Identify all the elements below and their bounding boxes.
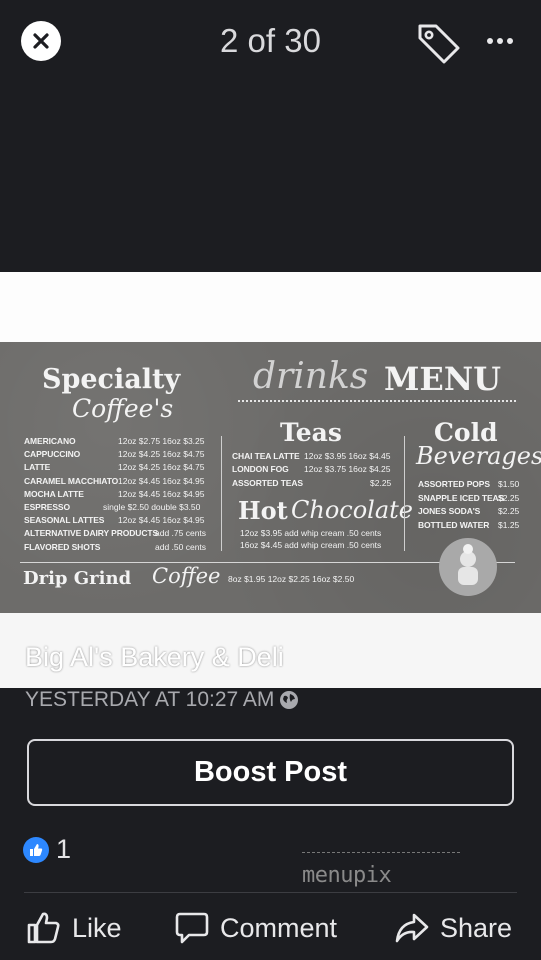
like-button[interactable]: Like	[26, 906, 122, 950]
actions-divider	[24, 892, 517, 893]
tea-item-name: CHAI TEA LATTE	[232, 451, 300, 461]
cold-subheading: Beverages	[416, 442, 541, 470]
specialty-item-price: 12oz $4.25 16oz $4.75	[118, 449, 205, 460]
business-name[interactable]: Big Al's Bakery & Deli	[25, 642, 284, 673]
globe-icon	[280, 691, 299, 709]
cold-item-price: $2.25	[498, 492, 520, 503]
share-arrow-icon	[395, 913, 429, 943]
specialty-item-name: MOCHA LATTE	[24, 488, 84, 499]
tea-item-name: ASSORTED TEAS	[232, 477, 303, 488]
specialty-item-name: CAPPUCCINO	[24, 449, 81, 460]
timestamp-text: YESTERDAY AT 10:27 AM	[25, 688, 275, 711]
tea-item-price: 12oz $3.95 16oz $4.45	[304, 451, 391, 461]
cold-item-name: SNAPPLE ICED TEAS	[418, 492, 505, 503]
specialty-item-price: add .50 cents	[155, 541, 207, 552]
teas-heading: Teas	[280, 418, 342, 447]
cold-item-name: BOTTLED WATER	[418, 519, 490, 530]
title-divider	[238, 400, 516, 402]
cold-item-price: $2.25	[498, 506, 520, 516]
specialty-subheading: Coffee's	[72, 394, 174, 423]
more-options-button[interactable]	[482, 26, 518, 56]
more-dots-icon	[487, 38, 493, 44]
comment-button[interactable]: Comment	[174, 906, 337, 950]
like-label: Like	[72, 912, 122, 943]
cold-item-name: JONES SODA'S	[418, 506, 481, 516]
specialty-item-price: 12oz $2.75 16oz $3.25	[118, 436, 205, 446]
comment-label: Comment	[220, 912, 338, 943]
like-reaction-icon	[23, 836, 49, 863]
drip-subheading: Coffee	[152, 564, 221, 588]
tea-item-price: 12oz $3.75 16oz $4.25	[304, 464, 391, 475]
specialty-item-name: SEASONAL LATTES	[24, 515, 105, 526]
cold-item-price: $1.25	[498, 519, 520, 530]
specialty-item-price: add .75 cents	[155, 528, 207, 539]
tea-item-price: $2.25	[370, 477, 392, 488]
chef-logo-icon	[439, 538, 497, 596]
reaction-count: 1	[56, 834, 72, 864]
specialty-item-price: 12oz $4.45 16oz $4.95	[118, 475, 205, 486]
post-timestamp: YESTERDAY AT 10:27 AM	[25, 688, 299, 712]
tag-button[interactable]	[414, 20, 462, 64]
specialty-item-name: ALTERNATIVE DAIRY PRODUCTS	[24, 528, 159, 539]
specialty-item-price: single $2.50 double $3.50	[103, 502, 201, 512]
cold-item-name: ASSORTED POPS	[418, 479, 490, 489]
thumbs-up-icon	[27, 912, 60, 944]
reactions-summary[interactable]: 1	[23, 834, 71, 865]
comment-bubble-icon	[175, 912, 209, 944]
boost-post-button[interactable]: Boost Post	[27, 739, 514, 806]
menu-title: MENU	[384, 360, 501, 398]
specialty-item-name: FLAVORED SHOTS	[24, 541, 101, 552]
specialty-item-name: AMERICANO	[24, 436, 76, 446]
drip-heading: Drip Grind	[23, 568, 132, 589]
column-divider	[404, 436, 405, 551]
column-divider	[221, 436, 222, 551]
drip-prices: 8oz $1.95 12oz $2.25 16oz $2.50	[228, 574, 355, 584]
specialty-heading: Specialty	[42, 364, 181, 395]
specialty-item-price: 12oz $4.25 16oz $4.75	[118, 462, 205, 473]
specialty-item-name: ESPRESSO	[24, 502, 70, 512]
share-label: Share	[440, 912, 513, 943]
specialty-item-price: 12oz $4.45 16oz $4.95	[118, 515, 205, 526]
tag-icon	[418, 24, 460, 64]
share-button[interactable]: Share	[394, 906, 512, 950]
viewer-top-bar: 2 of 30	[0, 0, 541, 84]
drinks-title: drinks	[253, 356, 369, 397]
menupix-watermark: menupix	[302, 852, 460, 888]
hot-chocolate-line: 12oz $3.95 add whip cream .50 cents	[240, 528, 382, 538]
tea-item-name: LONDON FOG	[232, 464, 289, 475]
photo-top-strip	[0, 272, 541, 342]
specialty-item-name: CARAMEL MACCHIATO	[24, 475, 119, 486]
cold-item-price: $1.50	[498, 479, 520, 489]
specialty-item-name: LATTE	[24, 462, 51, 473]
hot-chocolate-line: 16oz $4.45 add whip cream .50 cents	[240, 540, 382, 550]
hot-chocolate-heading: Hot	[238, 496, 288, 525]
hot-chocolate-subheading: Chocolate	[291, 496, 413, 524]
specialty-item-price: 12oz $4.45 16oz $4.95	[118, 488, 205, 499]
